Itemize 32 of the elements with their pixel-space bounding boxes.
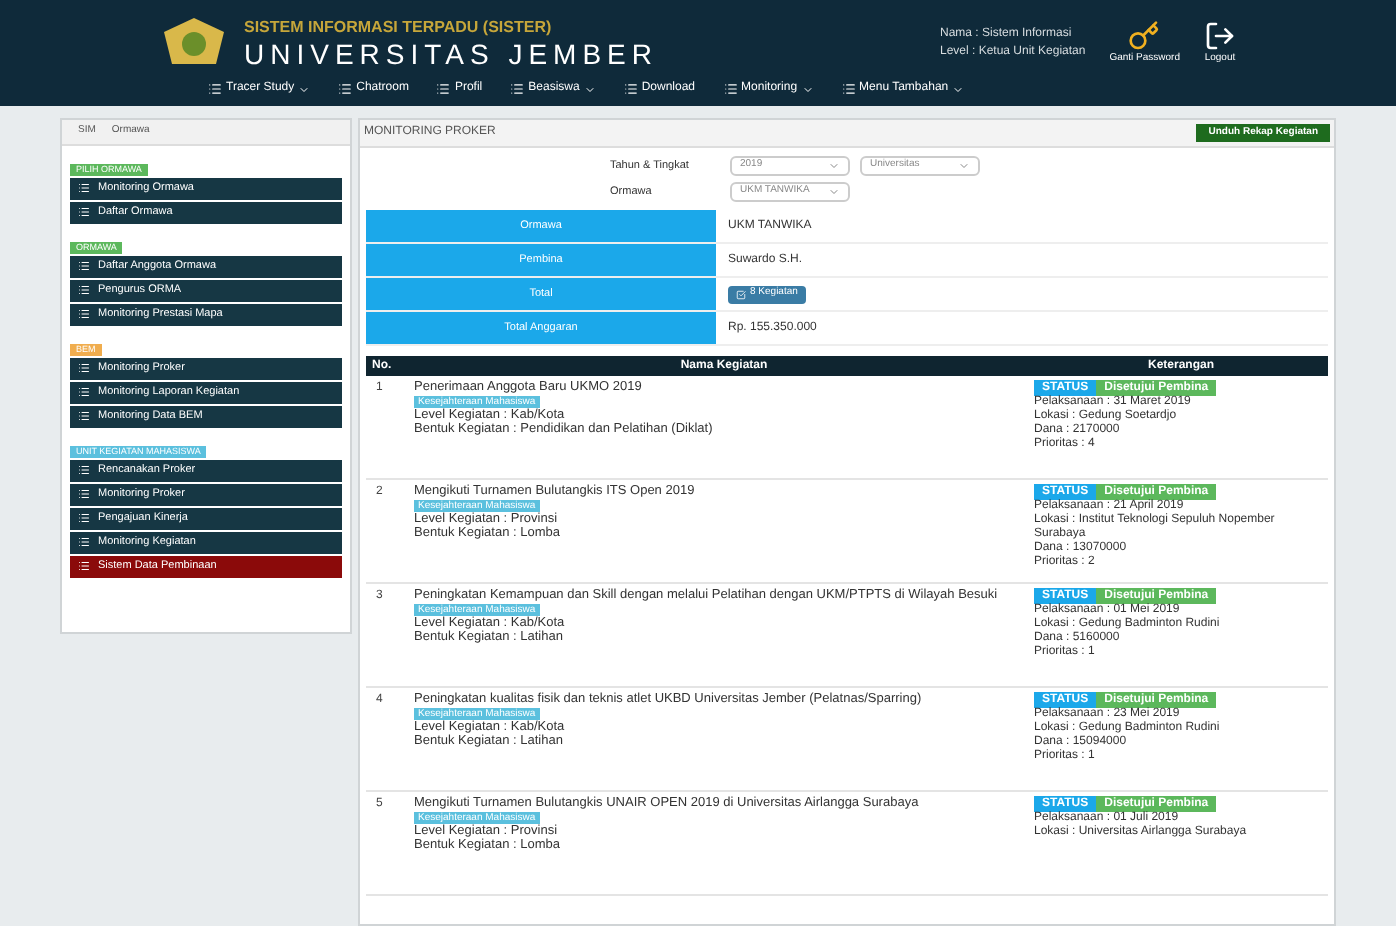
list-icon (78, 206, 90, 218)
list-icon (78, 182, 90, 194)
list-icon (78, 386, 90, 398)
list-icon (78, 560, 90, 572)
list-icon (338, 82, 353, 96)
list-icon (208, 82, 222, 96)
list-icon (723, 82, 738, 96)
list-icon (78, 488, 90, 500)
university-title: UNIVERSITAS JEMBER (244, 38, 658, 70)
list-icon (78, 512, 90, 524)
caret-icon (828, 186, 840, 198)
caret-icon (801, 83, 814, 95)
list-icon (78, 362, 90, 374)
caret-icon (958, 160, 970, 172)
list-icon (78, 284, 90, 296)
system-title: SISTEM INFORMASI TERPADU (SISTER) (244, 18, 554, 38)
checkbox-icon (736, 289, 746, 299)
list-icon (78, 308, 90, 320)
list-icon (78, 410, 90, 422)
logout-icon (1204, 20, 1236, 53)
caret-icon (583, 83, 596, 95)
list-icon (78, 464, 90, 476)
list-icon (623, 82, 638, 96)
list-icon (841, 82, 856, 96)
list-icon (78, 260, 90, 272)
caret-icon (828, 160, 840, 172)
list-icon (78, 536, 90, 548)
key-icon (1128, 20, 1161, 53)
caret-icon (298, 83, 311, 95)
list-icon (510, 82, 525, 96)
list-icon (436, 82, 451, 96)
caret-icon (952, 83, 965, 95)
